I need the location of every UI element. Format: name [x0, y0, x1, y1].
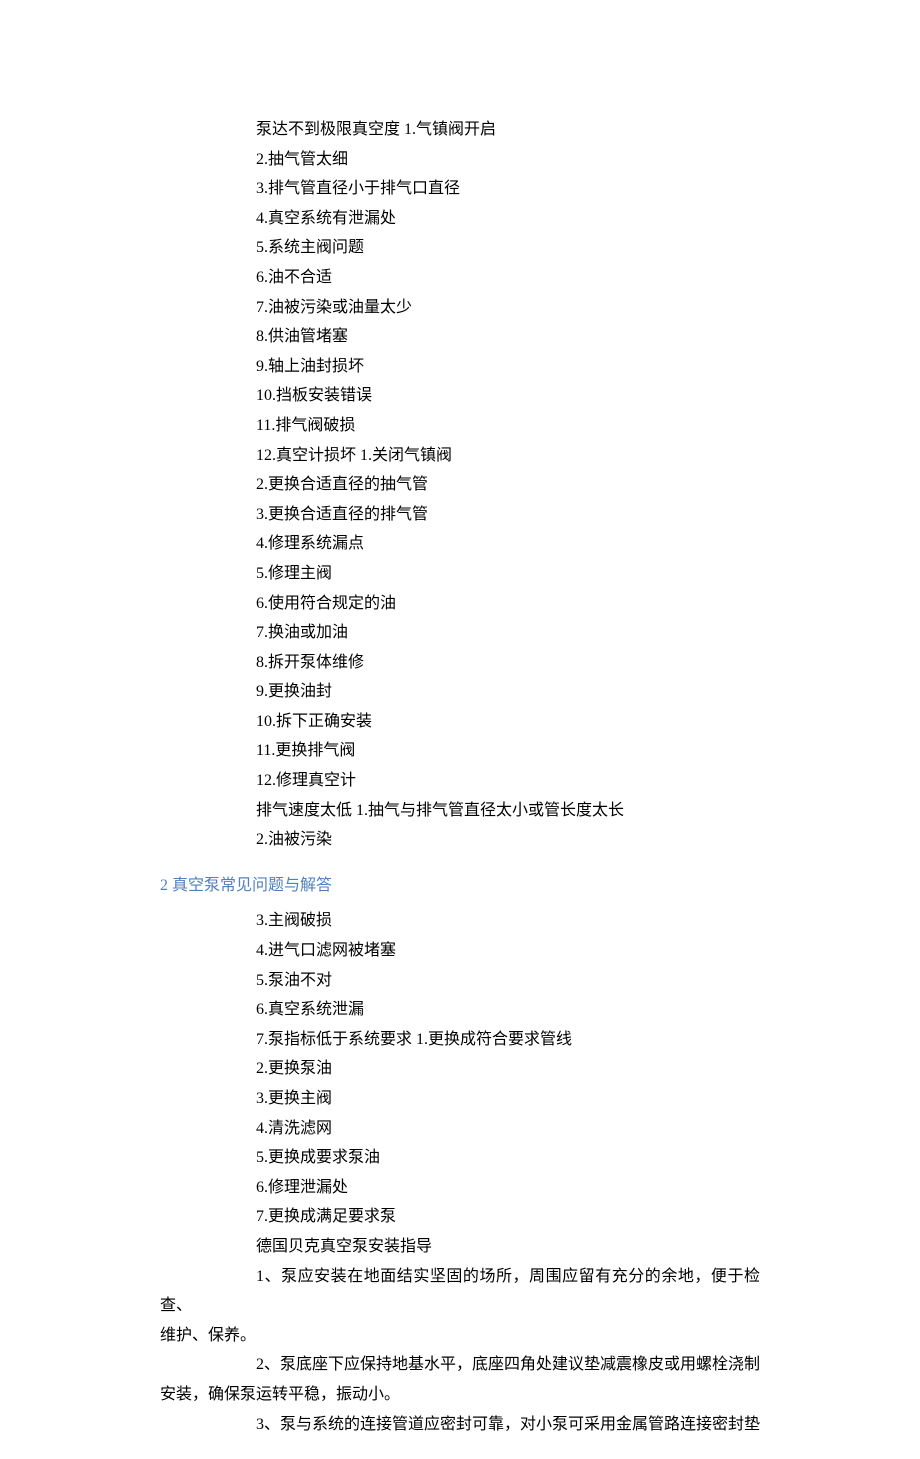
text-line: 3.排气管直径小于排气口直径 [160, 174, 760, 204]
text-line: 8.拆开泵体维修 [160, 648, 760, 678]
install-guide: 1、泵应安装在地面结实坚固的场所，周围应留有充分的余地，便于检查、 维护、保养。… [160, 1262, 760, 1440]
text-line: 2.抽气管太细 [160, 145, 760, 175]
text-line: 4.进气口滤网被堵塞 [160, 936, 760, 966]
text-line: 7.泵指标低于系统要求 1.更换成符合要求管线 [160, 1025, 760, 1055]
text-line: 11.排气阀破损 [160, 411, 760, 441]
paragraph-line: 1、泵应安装在地面结实坚固的场所，周围应留有充分的余地，便于检查、 [160, 1262, 760, 1321]
text-line: 9.更换油封 [160, 677, 760, 707]
text-line: 11.更换排气阀 [160, 736, 760, 766]
text-line: 4.修理系统漏点 [160, 529, 760, 559]
text-line: 4.真空系统有泄漏处 [160, 204, 760, 234]
text-line: 3.更换主阀 [160, 1084, 760, 1114]
text-line: 5.修理主阀 [160, 559, 760, 589]
text-line: 4.清洗滤网 [160, 1114, 760, 1144]
text-line: 6.真空系统泄漏 [160, 995, 760, 1025]
text-line: 6.修理泄漏处 [160, 1173, 760, 1203]
text-line: 5.更换成要求泵油 [160, 1143, 760, 1173]
problem-block-2: 3.主阀破损 4.进气口滤网被堵塞 5.泵油不对 6.真空系统泄漏 7.泵指标低… [160, 906, 760, 1261]
text-line: 10.挡板安装错误 [160, 381, 760, 411]
text-line: 7.换油或加油 [160, 618, 760, 648]
text-line: 6.使用符合规定的油 [160, 589, 760, 619]
paragraph-line: 3、泵与系统的连接管道应密封可靠，对小泵可采用金属管路连接密封垫 [160, 1410, 760, 1440]
text-line: 7.更换成满足要求泵 [160, 1202, 760, 1232]
paragraph-line: 2、泵底座下应保持地基水平，底座四角处建议垫减震橡皮或用螺栓浇制 [160, 1350, 760, 1380]
text-line: 3.更换合适直径的排气管 [160, 500, 760, 530]
text-line: 排气速度太低 1.抽气与排气管直径太小或管长度太长 [160, 796, 760, 826]
text-line: 12.真空计损坏 1.关闭气镇阀 [160, 441, 760, 471]
paragraph-line: 安装，确保泵运转平稳，振动小。 [160, 1380, 760, 1410]
text-line: 7.油被污染或油量太少 [160, 293, 760, 323]
text-line: 8.供油管堵塞 [160, 322, 760, 352]
text-line: 德国贝克真空泵安装指导 [160, 1232, 760, 1262]
text-line: 2.更换合适直径的抽气管 [160, 470, 760, 500]
problem-block-1: 泵达不到极限真空度 1.气镇阀开启 2.抽气管太细 3.排气管直径小于排气口直径… [160, 115, 760, 855]
text-line: 5.系统主阀问题 [160, 233, 760, 263]
text-line: 5.泵油不对 [160, 966, 760, 996]
text-line: 泵达不到极限真空度 1.气镇阀开启 [160, 115, 760, 145]
text-line: 10.拆下正确安装 [160, 707, 760, 737]
document-body: 泵达不到极限真空度 1.气镇阀开启 2.抽气管太细 3.排气管直径小于排气口直径… [160, 115, 760, 1439]
text-line: 9.轴上油封损坏 [160, 352, 760, 382]
text-line: 3.主阀破损 [160, 906, 760, 936]
section-heading: 2 真空泵常见问题与解答 [160, 871, 760, 901]
text-line: 2.油被污染 [160, 825, 760, 855]
text-line: 2.更换泵油 [160, 1054, 760, 1084]
text-line: 12.修理真空计 [160, 766, 760, 796]
paragraph-line: 维护、保养。 [160, 1321, 760, 1351]
text-line: 6.油不合适 [160, 263, 760, 293]
